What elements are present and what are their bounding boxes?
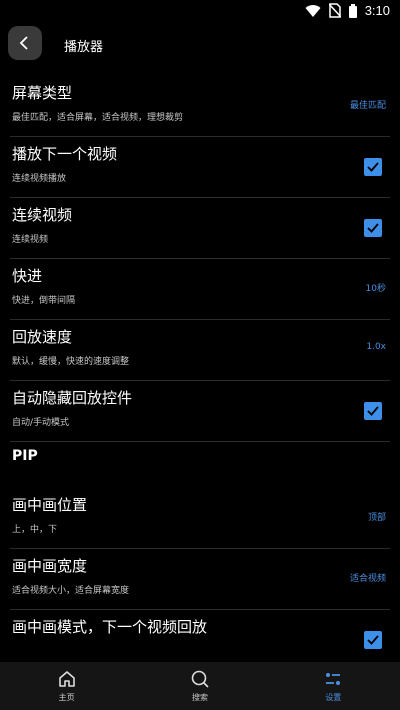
- bottom-nav: 主页 搜索 设置: [0, 662, 400, 710]
- continuous-video-checkbox[interactable]: [364, 219, 382, 237]
- setting-value: 顶部: [367, 513, 386, 523]
- back-button[interactable]: [8, 26, 42, 60]
- page-title: 播放器: [64, 40, 104, 55]
- checkmark-icon: [367, 223, 379, 233]
- setting-fast-forward[interactable]: 快进 快进，倒带间隔 10秒: [10, 259, 390, 320]
- battery-icon: [348, 3, 357, 18]
- search-icon: [191, 670, 209, 688]
- setting-playback-speed[interactable]: 回放速度 默认，缓慢，快速的速度调整 1.0x: [10, 320, 390, 381]
- setting-title: 画中画宽度: [12, 557, 88, 575]
- nav-home[interactable]: 主页: [0, 662, 133, 710]
- checkmark-icon: [367, 162, 379, 172]
- setting-subtitle: 自动/手动模式: [12, 418, 70, 428]
- setting-title: 播放下一个视频: [12, 145, 118, 163]
- setting-title: 连续视频: [12, 206, 73, 224]
- checkmark-icon: [367, 635, 379, 645]
- setting-pip-position[interactable]: 画中画位置 上，中，下 顶部: [10, 488, 390, 549]
- setting-subtitle: 默认，缓慢，快速的速度调整: [12, 357, 130, 367]
- setting-value: 适合视频: [349, 574, 386, 584]
- setting-subtitle: 最佳匹配，适合屏幕，适合视频，理想裁剪: [12, 113, 184, 123]
- home-icon: [58, 671, 75, 687]
- checkmark-icon: [367, 406, 379, 416]
- setting-auto-hide-controls[interactable]: 自动隐藏回放控件 自动/手动模式: [10, 381, 390, 442]
- setting-pip-width[interactable]: 画中画宽度 适合视频大小，适合屏幕宽度 适合视频: [10, 549, 390, 610]
- no-sim-icon: [328, 3, 341, 18]
- status-bar: 3:10: [0, 0, 400, 24]
- setting-value: 最佳匹配: [349, 101, 386, 111]
- section-title: PIP: [12, 448, 38, 464]
- nav-settings[interactable]: 设置: [267, 662, 400, 710]
- play-next-checkbox[interactable]: [364, 158, 382, 176]
- setting-title: 快进: [12, 267, 43, 285]
- status-icons: 3:10: [305, 3, 390, 18]
- setting-title: 回放速度: [12, 328, 73, 346]
- setting-subtitle: 上，中，下: [12, 525, 58, 535]
- setting-value: 10秒: [365, 284, 386, 294]
- app-header: 播放器: [0, 26, 400, 66]
- settings-list: 屏幕类型 最佳匹配，适合屏幕，适合视频，理想裁剪 最佳匹配 播放下一个视频 连续…: [0, 76, 400, 671]
- setting-play-next-video[interactable]: 播放下一个视频 连续视频播放: [10, 137, 390, 198]
- status-time: 3:10: [364, 3, 390, 18]
- setting-continuous-video[interactable]: 连续视频 连续视频: [10, 198, 390, 259]
- setting-title: 画中画位置: [12, 496, 88, 514]
- setting-title: 屏幕类型: [12, 84, 73, 102]
- auto-hide-checkbox[interactable]: [364, 402, 382, 420]
- nav-label: 主页: [58, 693, 75, 702]
- section-header-pip: PIP: [10, 442, 390, 488]
- chevron-left-icon: [19, 36, 28, 50]
- setting-title: 自动隐藏回放控件: [12, 389, 133, 407]
- pip-next-video-checkbox[interactable]: [364, 631, 382, 649]
- setting-screen-type[interactable]: 屏幕类型 最佳匹配，适合屏幕，适合视频，理想裁剪 最佳匹配: [10, 76, 390, 137]
- setting-value: 1.0x: [366, 342, 386, 352]
- nav-label: 设置: [325, 693, 342, 702]
- settings-icon: [326, 673, 341, 685]
- setting-subtitle: 快进，倒带间隔: [12, 296, 76, 306]
- nav-label: 搜索: [191, 693, 208, 702]
- wifi-icon: [305, 4, 321, 17]
- nav-search[interactable]: 搜索: [133, 662, 266, 710]
- setting-subtitle: 连续视频: [12, 235, 49, 245]
- setting-subtitle: 连续视频播放: [12, 174, 67, 184]
- setting-title: 画中画模式，下一个视频回放: [12, 618, 208, 636]
- setting-subtitle: 适合视频大小，适合屏幕宽度: [12, 586, 130, 596]
